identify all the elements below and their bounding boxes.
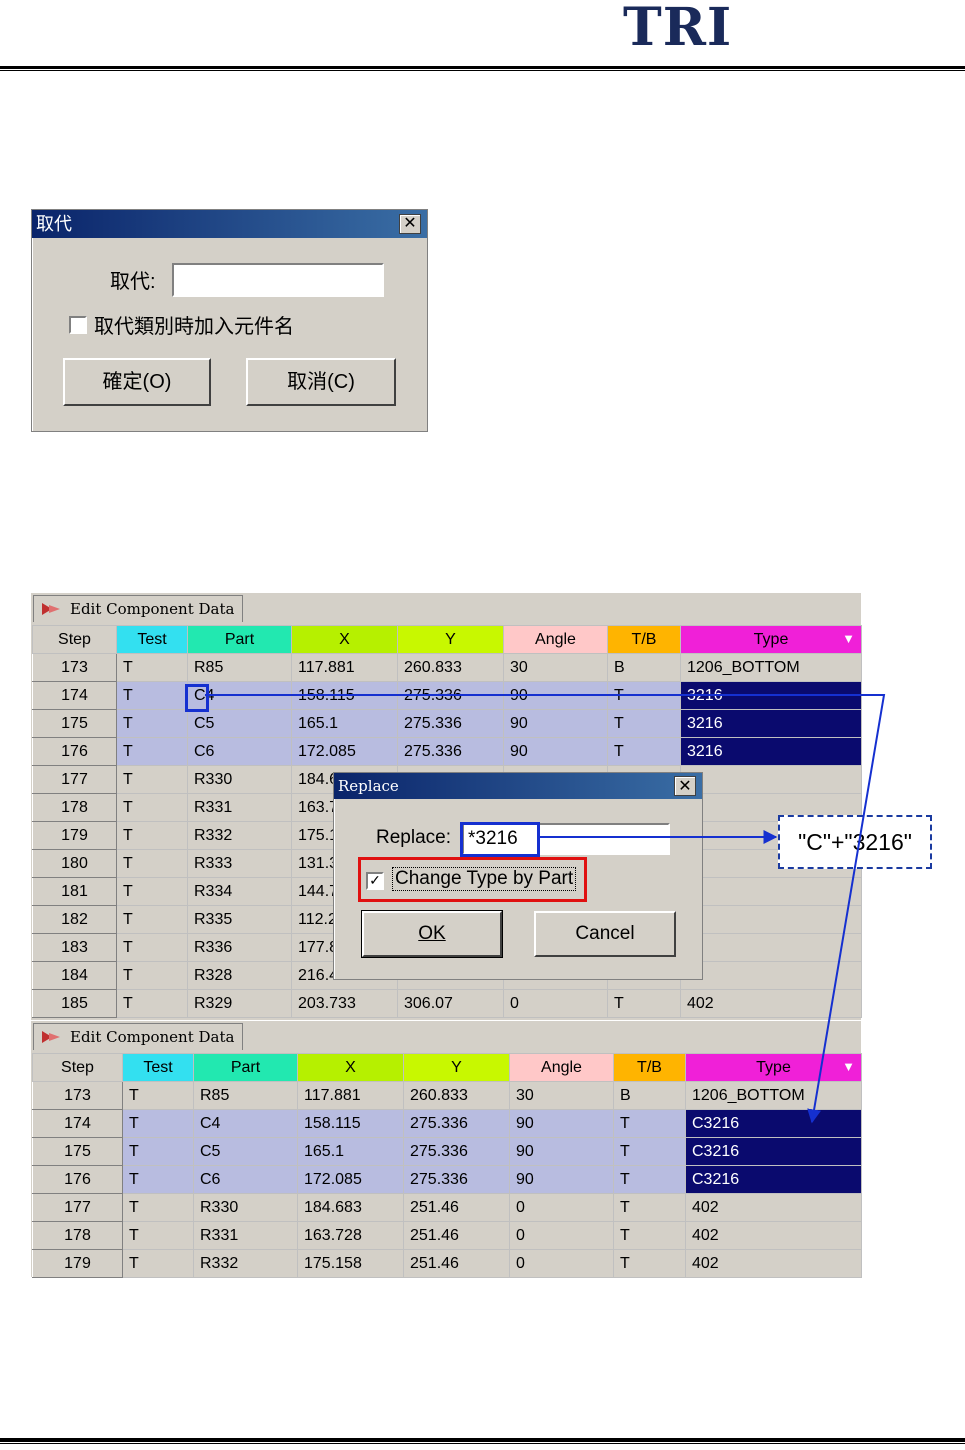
arrow-part-to-type bbox=[205, 694, 886, 1124]
annotation-arrows bbox=[205, 694, 886, 1124]
